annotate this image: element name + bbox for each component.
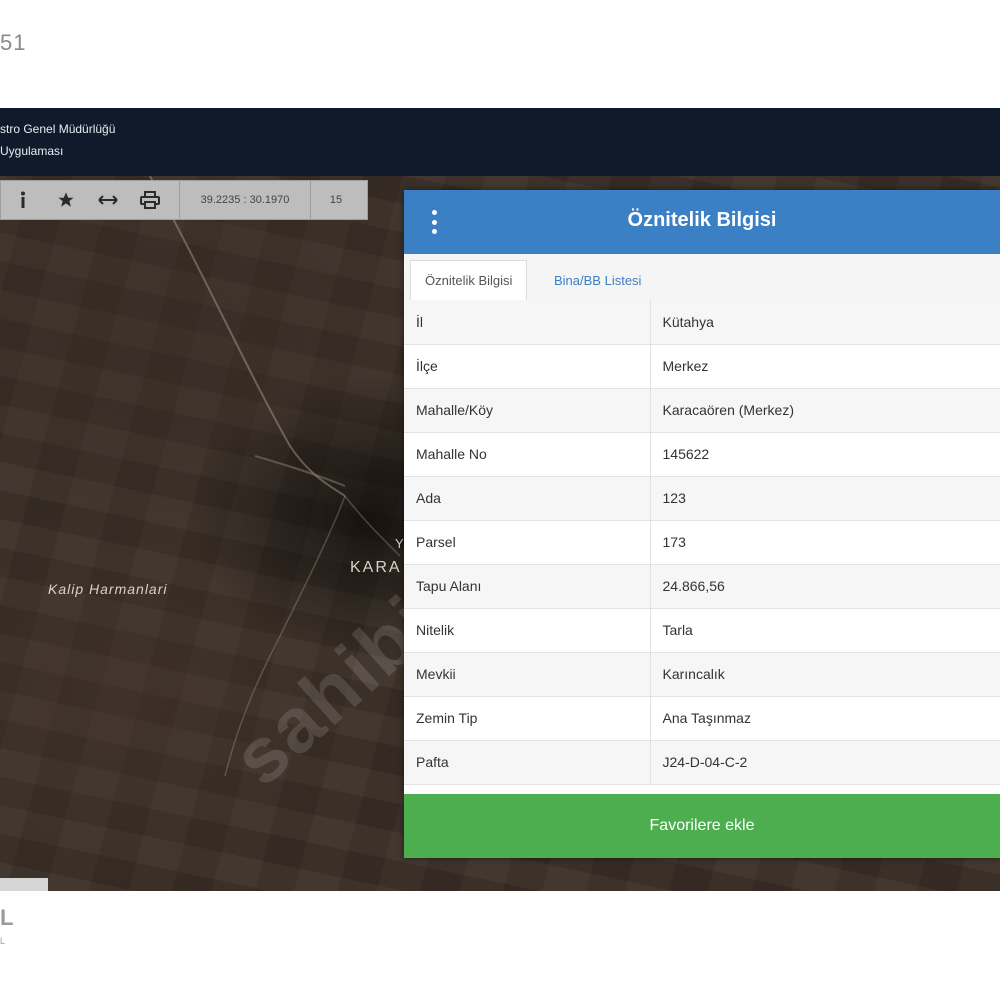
table-row: Parsel 173: [404, 520, 1000, 565]
footer-logo-small: L: [0, 936, 6, 946]
row-value: Tarla: [650, 608, 1000, 653]
attribute-panel: Öznitelik Bilgisi Öznitelik Bilgisi Bina…: [404, 190, 1000, 858]
star-icon[interactable]: [45, 181, 87, 219]
table-row: Tapu Alanı 24.866,56: [404, 564, 1000, 609]
row-value: 24.866,56: [650, 564, 1000, 609]
tab-building-list[interactable]: Bina/BB Listesi: [540, 260, 655, 300]
row-key: Pafta: [404, 740, 651, 785]
map-place-label-village: KARA: [350, 559, 402, 576]
coordinate-readout: 39.2235 : 30.1970: [179, 181, 311, 219]
row-key: Mevkii: [404, 652, 651, 697]
map-footer-strip: [0, 878, 48, 891]
row-key: Parsel: [404, 520, 651, 565]
table-row: Ada 123: [404, 476, 1000, 521]
table-row: Mevkii Karıncalık: [404, 652, 1000, 697]
row-key: Ada: [404, 476, 651, 521]
tab-attribute-info[interactable]: Öznitelik Bilgisi: [410, 260, 528, 300]
row-value: 145622: [650, 432, 1000, 477]
map-place-label-harman: Kalip Harmanlari: [48, 581, 168, 597]
info-icon[interactable]: [1, 181, 45, 219]
row-key: Zemin Tip: [404, 696, 651, 741]
row-key: İlçe: [404, 344, 651, 389]
row-key: İl: [404, 300, 651, 345]
attribute-table: İl Kütahya İlçe Merkez Mahalle/Köy Karacaör…: [404, 300, 1000, 785]
row-value: Kütahya: [650, 300, 1000, 345]
panel-title: Öznitelik Bilgisi: [627, 209, 777, 231]
attribute-table-scroll[interactable]: İl Kütahya İlçe Merkez Mahalle/Köy Karacaör…: [404, 300, 1000, 794]
table-row: Mahalle/Köy Karacaören (Merkez): [404, 388, 1000, 433]
row-value: Karıncalık: [650, 652, 1000, 697]
app-header: stro Genel Müdürlüğü Uygulaması: [0, 108, 1000, 176]
table-row: İlçe Merkez: [404, 344, 1000, 389]
row-value: Ana Taşınmaz: [650, 696, 1000, 741]
row-key: Nitelik: [404, 608, 651, 653]
app-header-subtitle: Uygulaması: [0, 144, 64, 158]
table-row: İl Kütahya: [404, 300, 1000, 345]
row-value: Karacaören (Merkez): [650, 388, 1000, 433]
table-row: Pafta J24-D-04-C-2: [404, 740, 1000, 785]
measure-icon[interactable]: [87, 181, 129, 219]
row-value: J24-D-04-C-2: [650, 740, 1000, 785]
row-value: Merkez: [650, 344, 1000, 389]
app-header-title: stro Genel Müdürlüğü: [0, 122, 116, 136]
print-icon[interactable]: [129, 181, 171, 219]
zoom-level: 15: [329, 194, 343, 206]
corner-number: 51: [0, 30, 27, 55]
table-row: Nitelik Tarla: [404, 608, 1000, 653]
map-place-label-y: Y: [395, 536, 404, 551]
map-toolbar: 39.2235 : 30.1970 15: [0, 180, 368, 220]
row-value: 173: [650, 520, 1000, 565]
add-to-favorites-button[interactable]: Favorilere ekle: [404, 794, 1000, 858]
table-row: Zemin Tip Ana Taşınmaz: [404, 696, 1000, 741]
footer-logo-letter: L: [0, 905, 14, 930]
row-key: Mahalle/Köy: [404, 388, 651, 433]
row-value: 123: [650, 476, 1000, 521]
table-row: Mahalle No 145622: [404, 432, 1000, 477]
panel-tabs: Öznitelik Bilgisi Bina/BB Listesi: [404, 254, 1000, 301]
row-key: Mahalle No: [404, 432, 651, 477]
panel-header: Öznitelik Bilgisi: [404, 190, 1000, 254]
row-key: Tapu Alanı: [404, 564, 651, 609]
